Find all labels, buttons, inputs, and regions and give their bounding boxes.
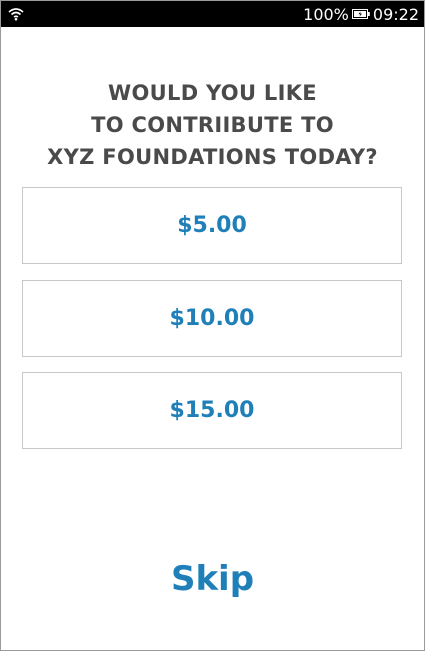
battery-percent: 100% (303, 4, 349, 24)
battery-icon (351, 9, 370, 19)
prompt-line-3: XYZ FOUNDATIONS TODAY? (47, 145, 378, 169)
status-bar: 100% 09:22 (1, 1, 424, 27)
clock: 09:22 (372, 4, 419, 24)
amount-5-button[interactable]: $5.00 (22, 187, 402, 264)
amount-10-label: $10.00 (169, 306, 255, 331)
amount-10-button[interactable]: $10.00 (22, 280, 402, 357)
donation-prompt: WOULD YOU LIKE TO CONTRIIBUTE TO XYZ FOU… (1, 77, 424, 173)
amount-15-button[interactable]: $15.00 (22, 372, 402, 449)
prompt-line-1: WOULD YOU LIKE (108, 81, 317, 105)
amount-15-label: $15.00 (169, 398, 255, 423)
status-indicators: 100% 09:22 (303, 4, 419, 24)
wifi-icon (8, 8, 24, 21)
prompt-line-2: TO CONTRIIBUTE TO (91, 113, 334, 137)
skip-button[interactable]: Skip (1, 553, 424, 605)
donation-screen: 100% 09:22 WOULD YOU LIKE TO CONTRIIBUTE… (0, 0, 425, 651)
amount-5-label: $5.00 (177, 213, 247, 238)
